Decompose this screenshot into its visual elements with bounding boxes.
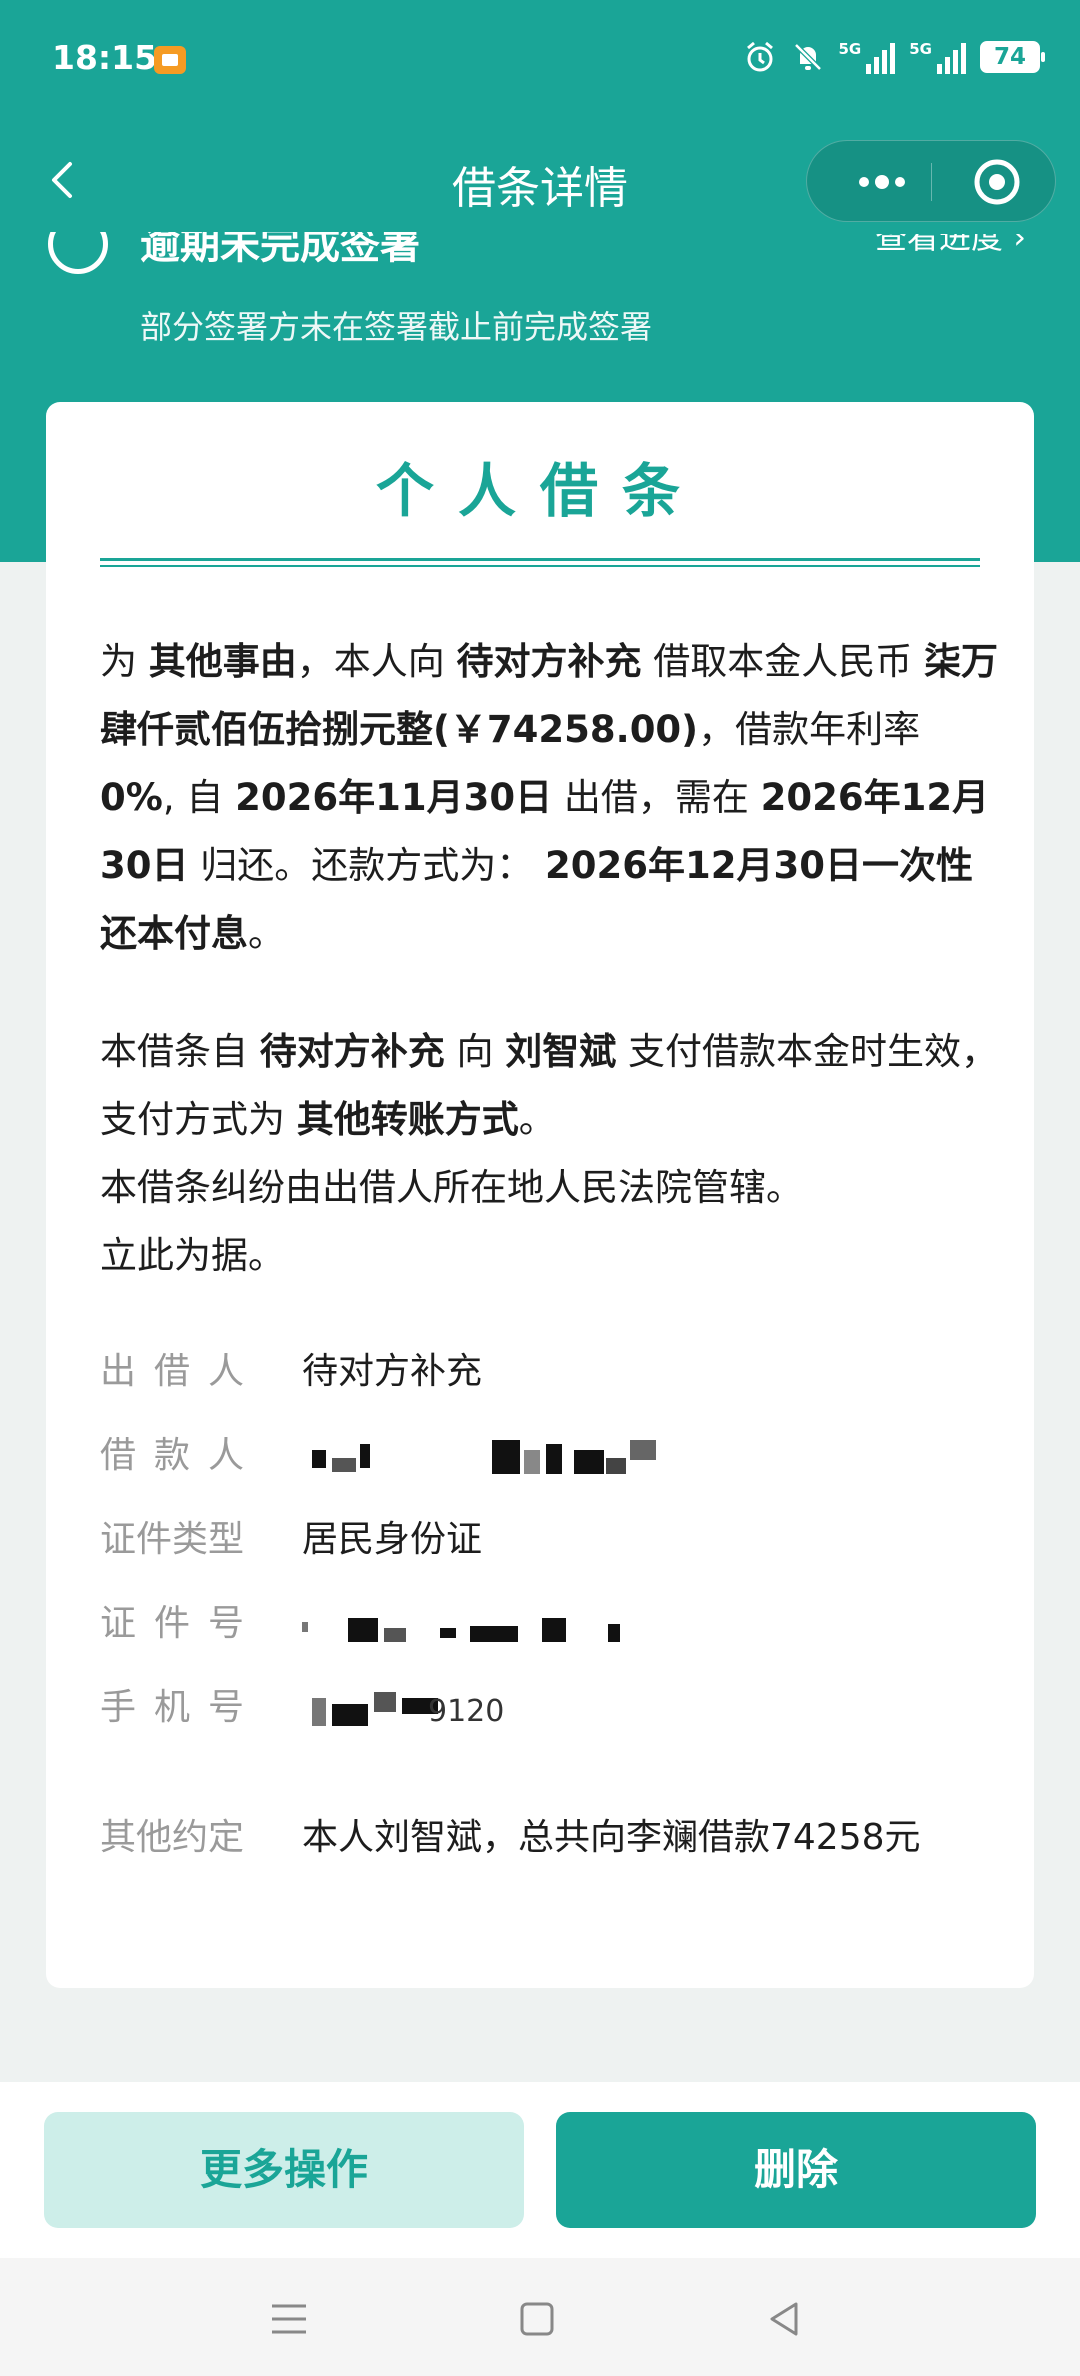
terms-run: 借取本金人民币 xyxy=(641,640,925,683)
alarm-icon xyxy=(746,41,773,72)
system-navigation-bar xyxy=(0,2258,1080,2376)
terms-run: 出借，需在 xyxy=(552,776,761,819)
effect-run: 其他转账方式 xyxy=(296,1098,519,1141)
close-miniprogram-button[interactable] xyxy=(947,141,1047,223)
id-type-label: 证件类型 xyxy=(100,1519,245,1560)
battery-icon: 74 xyxy=(980,41,1045,73)
action-footer: 更多操作 删除 xyxy=(0,2082,1080,2258)
lender-label: 出借人 xyxy=(100,1351,263,1392)
effect-run: 本借条自 xyxy=(100,1030,260,1073)
other-terms-value: 本人刘智斌，总共向李斓借款74258元 xyxy=(302,1817,921,1858)
effect-run: 向 xyxy=(444,1030,506,1073)
effect-text: 本借条自 待对方补充 向 刘智斌 支付借款本金时生效，支付方式为 其他转账方式。 xyxy=(100,1018,1000,1154)
lender-value: 待对方补充 xyxy=(302,1351,483,1392)
effect-run: 待对方补充 xyxy=(259,1030,445,1073)
home-icon[interactable] xyxy=(514,2296,560,2342)
effect-paragraph: 本借条自 待对方补充 向 刘智斌 支付借款本金时生效，支付方式为 其他转账方式。… xyxy=(100,1018,1000,1290)
id-type-row: 证件类型 居民身份证 xyxy=(100,1510,1000,1570)
status-time: 18:15 xyxy=(52,38,158,77)
document-title: 个人借条 xyxy=(375,457,704,525)
status-icons: 5G 5G 74 xyxy=(743,40,1045,74)
terms-run: ，借款年利率 xyxy=(698,708,921,751)
more-actions-button[interactable]: 更多操作 xyxy=(44,2112,524,2228)
effect-run: 。 xyxy=(518,1098,556,1141)
iou-card: 个人借条 为 其他事由，本人向 待对方补充 借取本金人民币 柒万肆仟贰佰伍拾捌元… xyxy=(46,402,1034,1988)
lender-row: 出借人 待对方补充 xyxy=(100,1342,1000,1402)
more-dots-icon xyxy=(859,175,905,189)
mute-bell-icon xyxy=(793,43,822,71)
terms-run: 待对方补充 xyxy=(456,640,642,683)
id-type-value: 居民身份证 xyxy=(302,1519,483,1560)
menu-icon[interactable] xyxy=(266,2296,312,2342)
terms-run: , 自 xyxy=(162,776,236,819)
terms-run: 。 xyxy=(248,912,285,955)
delete-button[interactable]: 删除 xyxy=(556,2112,1036,2228)
more-menu-button[interactable] xyxy=(837,141,927,223)
terms-run: ，本人向 xyxy=(296,640,457,683)
capsule-divider xyxy=(931,163,932,201)
phone-row: 手机号 9120 xyxy=(100,1678,1000,1738)
page: 18:15 5G 5G 74 借条详情 逾期未完成签署 查看进度 › 部分签署方… xyxy=(0,0,1080,2376)
terms-run: 为 xyxy=(100,640,149,683)
notice-subtitle: 部分签署方未在签署截止前完成签署 xyxy=(140,308,653,346)
signal-1-icon: 5G xyxy=(839,40,896,74)
borrower-label: 借款人 xyxy=(100,1435,263,1476)
phone-visible-tail: 9120 xyxy=(428,1694,505,1729)
miniprogram-capsule xyxy=(806,140,1056,222)
effect-run: 刘智斌 xyxy=(505,1030,617,1073)
status-bar: 18:15 5G 5G 74 xyxy=(0,0,1080,120)
target-circle-icon xyxy=(974,159,1020,205)
borrower-row: 借款人 xyxy=(100,1426,1000,1486)
jurisdiction-text: 本借条纠纷由出借人所在地人民法院管辖。 xyxy=(100,1166,803,1209)
closing-text: 立此为据。 xyxy=(100,1234,285,1277)
signal-1-label: 5G xyxy=(838,40,862,58)
terms-run: 归还。还款方式为： xyxy=(188,844,546,887)
other-terms-row: 其他约定 本人刘智斌，总共向李斓借款74258元 xyxy=(100,1808,1000,1868)
notification-app-icon xyxy=(154,46,186,74)
signal-2-label: 5G xyxy=(909,40,932,58)
back-triangle-icon[interactable] xyxy=(762,2296,808,2342)
signal-2-icon: 5G xyxy=(909,40,966,74)
terms-run: 其他事由 xyxy=(148,640,297,683)
terms-paragraph: 为 其他事由，本人向 待对方补充 借取本金人民币 柒万肆仟贰佰伍拾捌元整(￥74… xyxy=(100,628,1000,968)
terms-run: 2026年11月30日 xyxy=(235,776,553,819)
other-terms-label: 其他约定 xyxy=(100,1817,245,1858)
id-number-row: 证件号 xyxy=(100,1594,1000,1654)
terms-run: 0% xyxy=(100,776,163,819)
nav-bar: 借条详情 xyxy=(0,130,1080,230)
id-number-label: 证件号 xyxy=(100,1603,263,1644)
phone-label: 手机号 xyxy=(100,1687,263,1728)
title-double-rule xyxy=(100,558,980,567)
